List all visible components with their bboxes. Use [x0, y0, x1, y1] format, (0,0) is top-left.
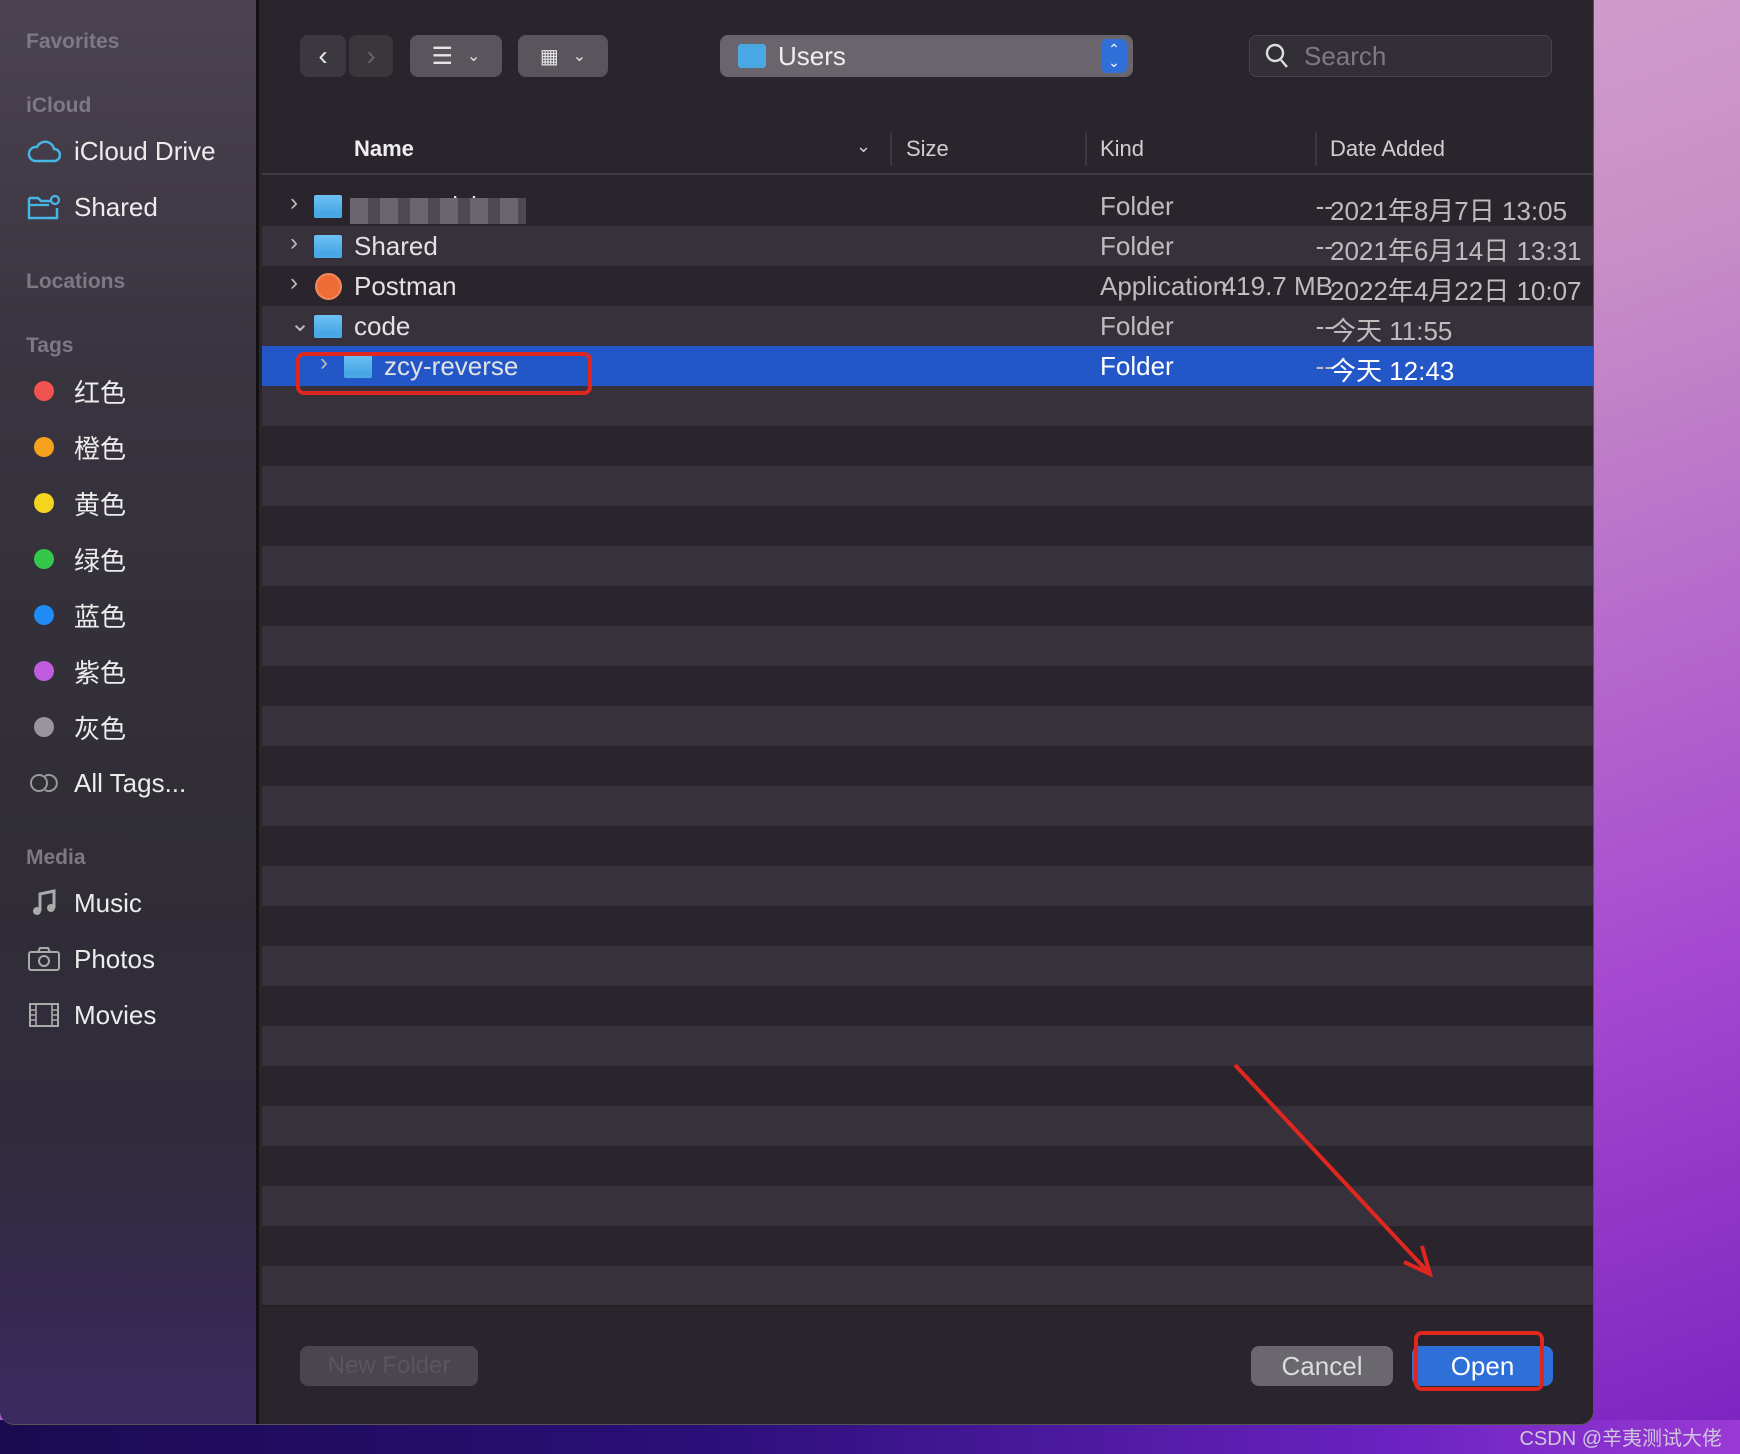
annotation-arrow — [1233, 1063, 1434, 1278]
watermark: CSDN @辛夷测试大佬 — [1519, 1428, 1722, 1450]
